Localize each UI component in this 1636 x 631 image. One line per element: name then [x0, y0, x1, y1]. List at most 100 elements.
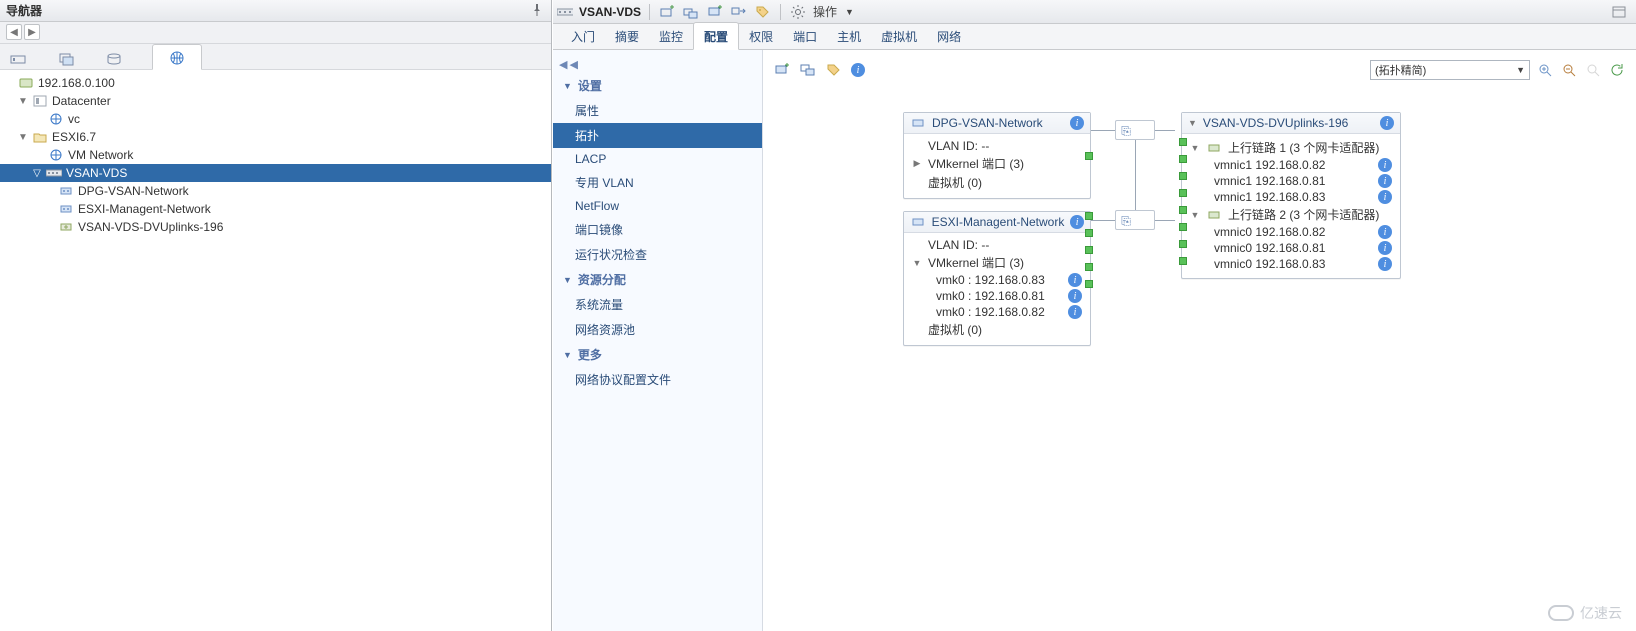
topology-filter-select[interactable]: (拓扑精简) ▼	[1370, 60, 1530, 80]
info-icon[interactable]: i	[1378, 225, 1392, 239]
tab-hosts[interactable]: 主机	[827, 23, 871, 49]
add-host-icon[interactable]	[658, 3, 676, 21]
tag-icon[interactable]	[754, 3, 772, 21]
vms-label[interactable]: 虚拟机 (0)	[928, 174, 1082, 191]
side-item-port-mirror[interactable]: 端口镜像	[553, 217, 762, 242]
chevron-down-icon[interactable]: ▼	[845, 7, 854, 17]
info-icon[interactable]: i	[1378, 174, 1392, 188]
uplinks-card[interactable]: ▼ VSAN-VDS-DVUplinks-196 i ▼上行链路 1 (3 个网…	[1181, 112, 1401, 279]
vmnic-item[interactable]: vmnic1 192.168.0.82	[1206, 158, 1372, 172]
info-icon[interactable]: i	[1070, 116, 1084, 130]
info-icon[interactable]: i	[1068, 289, 1082, 303]
inventory-tree[interactable]: 192.168.0.100 ▼ Datacenter vc ▼ ESXI6.7 …	[0, 70, 551, 631]
side-item-net-protocol-profiles[interactable]: 网络协议配置文件	[553, 367, 762, 392]
history-forward-button[interactable]: ▶	[24, 24, 40, 40]
uplink-lag-label[interactable]: 上行链路 2 (3 个网卡适配器)	[1228, 206, 1392, 223]
info-icon[interactable]: i	[1378, 257, 1392, 271]
tree-vm-network[interactable]: VM Network	[0, 146, 551, 164]
info-icon[interactable]: i	[1068, 273, 1082, 287]
tree-dvuplinks[interactable]: VSAN-VDS-DVUplinks-196	[0, 218, 551, 236]
tree-label: VSAN-VDS-DVUplinks-196	[78, 220, 223, 234]
vmk-item[interactable]: vmk0 : 192.168.0.82	[928, 305, 1062, 319]
side-item-netflow[interactable]: NetFlow	[553, 195, 762, 217]
zoom-out-icon[interactable]	[1560, 61, 1578, 79]
collapse-handle-icon[interactable]: ◀◀	[553, 56, 762, 73]
vmkernel-ports-label[interactable]: VMkernel 端口 (3)	[928, 155, 1082, 172]
twisty-icon[interactable]: ▽	[32, 168, 42, 179]
tab-vms[interactable]: 虚拟机	[871, 23, 927, 49]
expand-panel-icon[interactable]	[1610, 3, 1628, 21]
info-icon[interactable]: i	[1068, 305, 1082, 319]
tree-root-vcenter[interactable]: 192.168.0.100	[0, 74, 551, 92]
side-item-lacp[interactable]: LACP	[553, 148, 762, 170]
info-icon[interactable]: i	[1378, 158, 1392, 172]
tree-dpg-vsan[interactable]: DPG-VSAN-Network	[0, 182, 551, 200]
info-icon[interactable]: i	[1380, 116, 1394, 130]
tab-configure[interactable]: 配置	[693, 22, 739, 50]
info-icon[interactable]: i	[1378, 241, 1392, 255]
tab-permissions[interactable]: 权限	[739, 23, 783, 49]
actions-label[interactable]: 操作	[813, 3, 837, 20]
tree-label: ESXI6.7	[52, 130, 96, 144]
zoom-reset-icon[interactable]	[1584, 61, 1602, 79]
tab-monitor[interactable]: 监控	[649, 23, 693, 49]
uplink-lag-label[interactable]: 上行链路 1 (3 个网卡适配器)	[1228, 139, 1392, 156]
chevron-down-icon[interactable]: ▼	[1190, 210, 1200, 220]
vmnic-item[interactable]: vmnic0 192.168.0.82	[1206, 225, 1372, 239]
chevron-down-icon: ▼	[563, 350, 572, 360]
tab-getting-started[interactable]: 入门	[561, 23, 605, 49]
vmnic-item[interactable]: vmnic0 192.168.0.83	[1206, 257, 1372, 271]
portgroup-card-esxi-mgmt[interactable]: ESXI-Managent-Network i VLAN ID: -- ▼VMk…	[903, 211, 1091, 346]
storage-tab-icon[interactable]	[104, 49, 124, 69]
history-back-button[interactable]: ◀	[6, 24, 22, 40]
chevron-down-icon[interactable]: ▼	[912, 258, 922, 268]
pin-icon[interactable]	[531, 4, 545, 18]
vms-templates-tab-icon[interactable]	[56, 49, 76, 69]
networking-tab-active[interactable]	[152, 44, 202, 70]
tree-vsan-vds[interactable]: ▽ VSAN-VDS	[0, 164, 551, 182]
info-icon[interactable]: i	[851, 63, 865, 77]
tab-summary[interactable]: 摘要	[605, 23, 649, 49]
twisty-icon[interactable]: ▼	[18, 96, 28, 107]
side-item-topology[interactable]: 拓扑	[553, 123, 762, 148]
vmnic-item[interactable]: vmnic1 192.168.0.81	[1206, 174, 1372, 188]
plug-icon: ⎘	[1119, 214, 1133, 228]
new-portgroup-icon[interactable]	[706, 3, 724, 21]
hosts-clusters-tab-icon[interactable]	[8, 49, 28, 69]
tree-vc-network[interactable]: vc	[0, 110, 551, 128]
tree-esxi-folder[interactable]: ▼ ESXI6.7	[0, 128, 551, 146]
side-item-system-traffic[interactable]: 系统流量	[553, 292, 762, 317]
new-portgroup-icon[interactable]	[773, 61, 791, 79]
vmk-item[interactable]: vmk0 : 192.168.0.83	[928, 273, 1062, 287]
side-item-health-check[interactable]: 运行状况检查	[553, 242, 762, 267]
vmnic-item[interactable]: vmnic0 192.168.0.81	[1206, 241, 1372, 255]
vmk-item[interactable]: vmk0 : 192.168.0.81	[928, 289, 1062, 303]
migrate-vm-icon[interactable]	[730, 3, 748, 21]
side-group-more[interactable]: ▼更多	[553, 342, 762, 367]
twisty-icon[interactable]: ▼	[18, 132, 28, 143]
side-group-resource[interactable]: ▼资源分配	[553, 267, 762, 292]
zoom-in-icon[interactable]	[1536, 61, 1554, 79]
migrate-vm-networking-icon[interactable]	[825, 61, 843, 79]
chevron-right-icon[interactable]: ▶	[912, 158, 922, 169]
tab-networks[interactable]: 网络	[927, 23, 971, 49]
tab-ports[interactable]: 端口	[783, 23, 827, 49]
portgroup-card-dpg[interactable]: DPG-VSAN-Network i VLAN ID: -- ▶VMkernel…	[903, 112, 1091, 199]
side-item-properties[interactable]: 属性	[553, 98, 762, 123]
chevron-down-icon[interactable]: ▼	[1190, 143, 1200, 153]
actions-gear-icon[interactable]	[789, 3, 807, 21]
refresh-icon[interactable]	[1608, 61, 1626, 79]
info-icon[interactable]: i	[1378, 190, 1392, 204]
side-item-resource-pools[interactable]: 网络资源池	[553, 317, 762, 342]
manage-portgroups-icon[interactable]	[799, 61, 817, 79]
vms-label[interactable]: 虚拟机 (0)	[928, 321, 1082, 338]
side-group-settings[interactable]: ▼设置	[553, 73, 762, 98]
side-item-private-vlan[interactable]: 专用 VLAN	[553, 170, 762, 195]
info-icon[interactable]: i	[1070, 215, 1084, 229]
manage-hosts-icon[interactable]	[682, 3, 700, 21]
vmnic-item[interactable]: vmnic1 192.168.0.83	[1206, 190, 1372, 204]
tree-esxi-mgmt[interactable]: ESXI-Managent-Network	[0, 200, 551, 218]
tree-datacenter[interactable]: ▼ Datacenter	[0, 92, 551, 110]
vmkernel-ports-label[interactable]: VMkernel 端口 (3)	[928, 254, 1082, 271]
chevron-down-icon[interactable]: ▼	[1188, 118, 1197, 128]
